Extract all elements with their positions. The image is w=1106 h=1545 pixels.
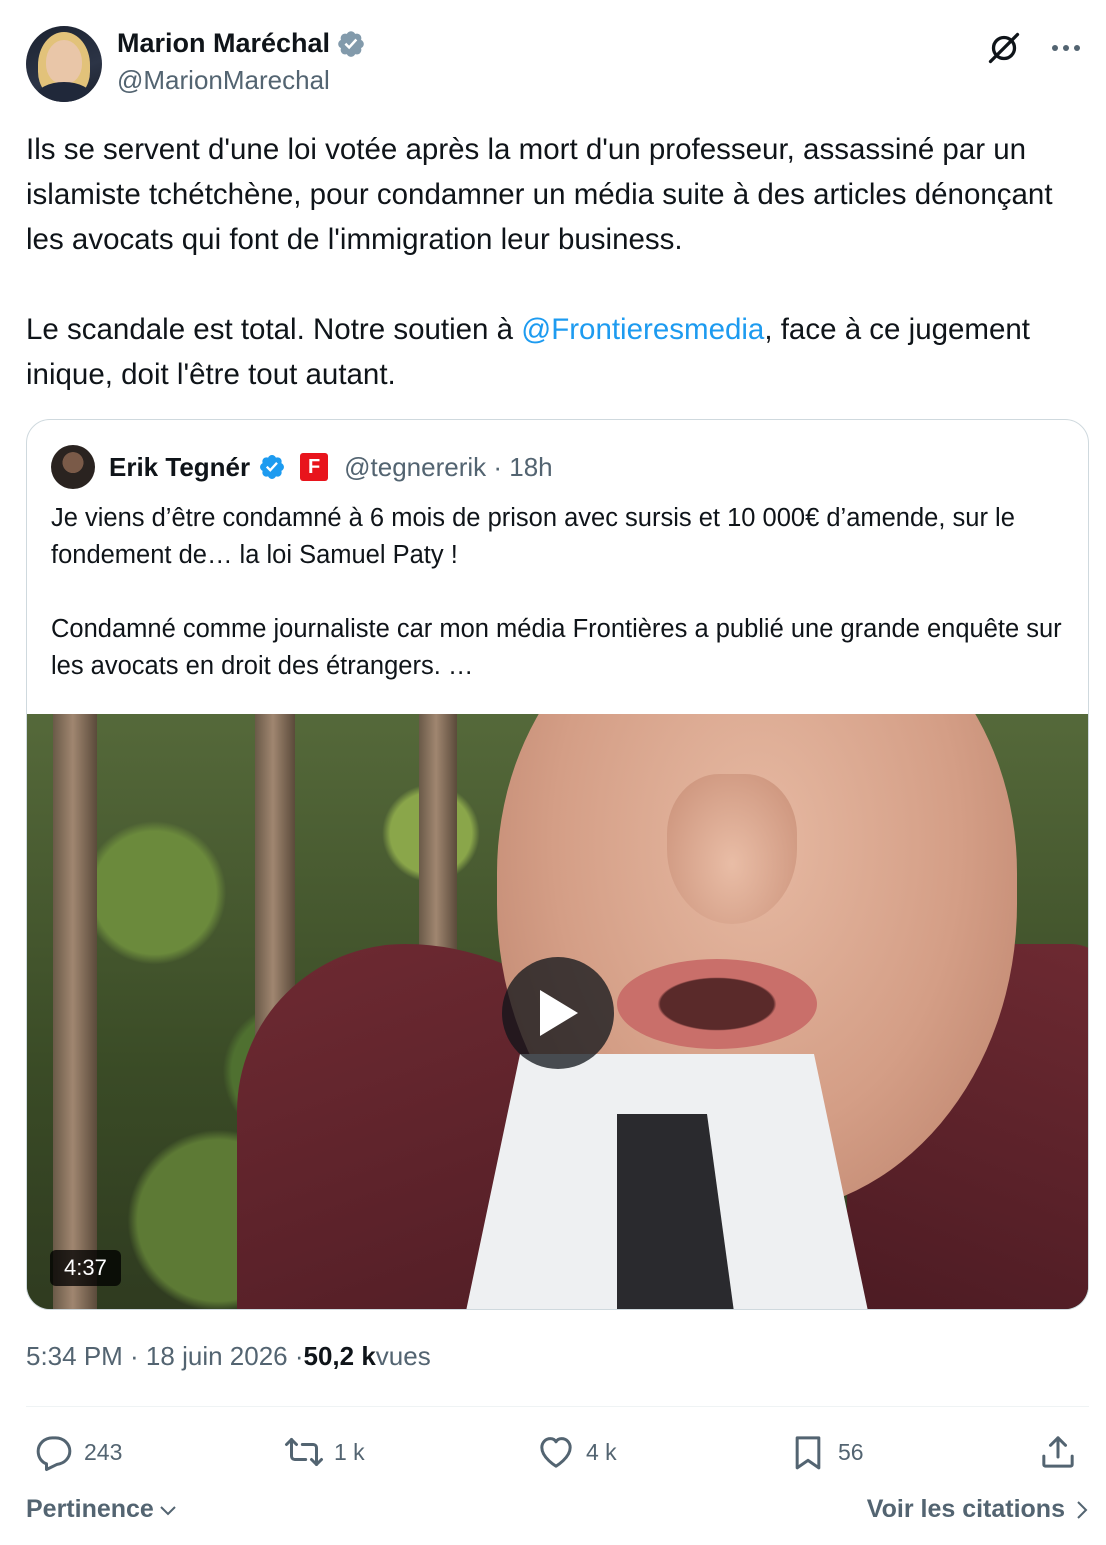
like-count: 4 k <box>586 1438 617 1465</box>
sort-label: Pertinence <box>26 1495 154 1523</box>
more-options-icon[interactable] <box>1046 28 1086 68</box>
tweet-text-pre: Le scandale est total. Notre soutien à <box>26 313 522 346</box>
author-name-row[interactable]: Marion Maréchal <box>117 28 366 59</box>
bookmark-count: 56 <box>838 1438 864 1465</box>
heart-icon <box>540 1437 572 1468</box>
header-actions <box>984 28 1086 68</box>
quoted-handle-time: @tegnererik · 18h <box>344 451 553 482</box>
sort-dropdown[interactable]: Pertinence <box>26 1495 178 1524</box>
views-label: vues <box>375 1341 431 1371</box>
video-duration: 4:37 <box>50 1250 121 1286</box>
share-icon <box>1042 1436 1074 1468</box>
replies-footer: Pertinence Voir les citations <box>26 1495 1089 1531</box>
author-info: Marion Maréchal @MarionMarechal <box>117 28 366 96</box>
tweet-meta: 5:34 PM · 18 juin 2026 · 50,2 k vues <box>26 1341 431 1372</box>
repost-count: 1 k <box>334 1438 365 1465</box>
reply-count: 243 <box>84 1438 123 1465</box>
verified-gray-icon <box>338 30 364 57</box>
chevron-down-icon <box>160 1505 176 1515</box>
repost-icon <box>285 1438 323 1466</box>
bookmark-icon <box>795 1436 821 1470</box>
author-avatar[interactable] <box>26 26 102 102</box>
view-quotes-link[interactable]: Voir les citations <box>867 1495 1089 1524</box>
grok-icon[interactable] <box>984 28 1024 68</box>
divider <box>26 1406 1089 1407</box>
tweet-timestamp[interactable]: 5:34 PM · 18 juin 2026 · <box>26 1341 304 1372</box>
play-icon <box>540 990 578 1036</box>
mention-link[interactable]: @Frontieresmedia <box>521 313 764 346</box>
reply-icon <box>36 1436 72 1471</box>
quoted-tweet-header: Erik Tegnér F @tegnererik · 18h <box>51 445 553 489</box>
author-handle[interactable]: @MarionMarechal <box>117 65 366 96</box>
frontieres-badge-icon: F <box>300 453 329 481</box>
quoted-paragraph-1: Je viens d’être condamné à 6 mois de pri… <box>51 504 1015 569</box>
tweet-header: Marion Maréchal @MarionMarechal <box>26 26 1086 102</box>
play-button[interactable] <box>502 957 614 1069</box>
quoted-author-avatar[interactable] <box>51 445 95 489</box>
quoted-tweet-text: Je viens d’être condamné à 6 mois de pri… <box>51 500 1071 685</box>
view-quotes-label: Voir les citations <box>866 1495 1065 1523</box>
tweet-text: Ils se servent d'une loi votée après la … <box>26 127 1090 397</box>
share-button[interactable] <box>1038 1432 1078 1472</box>
quoted-author-name[interactable]: Erik Tegnér <box>109 452 250 483</box>
action-bar: 243 1 k 4 k 56 <box>26 1426 1089 1482</box>
video-player[interactable]: 4:37 <box>27 714 1088 1309</box>
quoted-paragraph-2: Condamné comme journaliste car mon média… <box>51 615 1062 680</box>
bookmark-button[interactable]: 56 <box>788 1432 864 1472</box>
repost-button[interactable]: 1 k <box>284 1432 365 1472</box>
verified-blue-icon <box>260 455 285 479</box>
chevron-right-icon <box>1077 1500 1088 1519</box>
views-count: 50,2 k <box>303 1341 376 1371</box>
author-display-name[interactable]: Marion Maréchal <box>117 28 330 59</box>
quoted-tweet[interactable]: Erik Tegnér F @tegnererik · 18h Je viens… <box>26 419 1089 1310</box>
like-button[interactable]: 4 k <box>536 1432 617 1472</box>
tweet-paragraph-2: Le scandale est total. Notre soutien à @… <box>26 307 1090 397</box>
reply-button[interactable]: 243 <box>34 1432 122 1472</box>
tweet-paragraph-1: Ils se servent d'une loi votée après la … <box>26 133 1053 256</box>
